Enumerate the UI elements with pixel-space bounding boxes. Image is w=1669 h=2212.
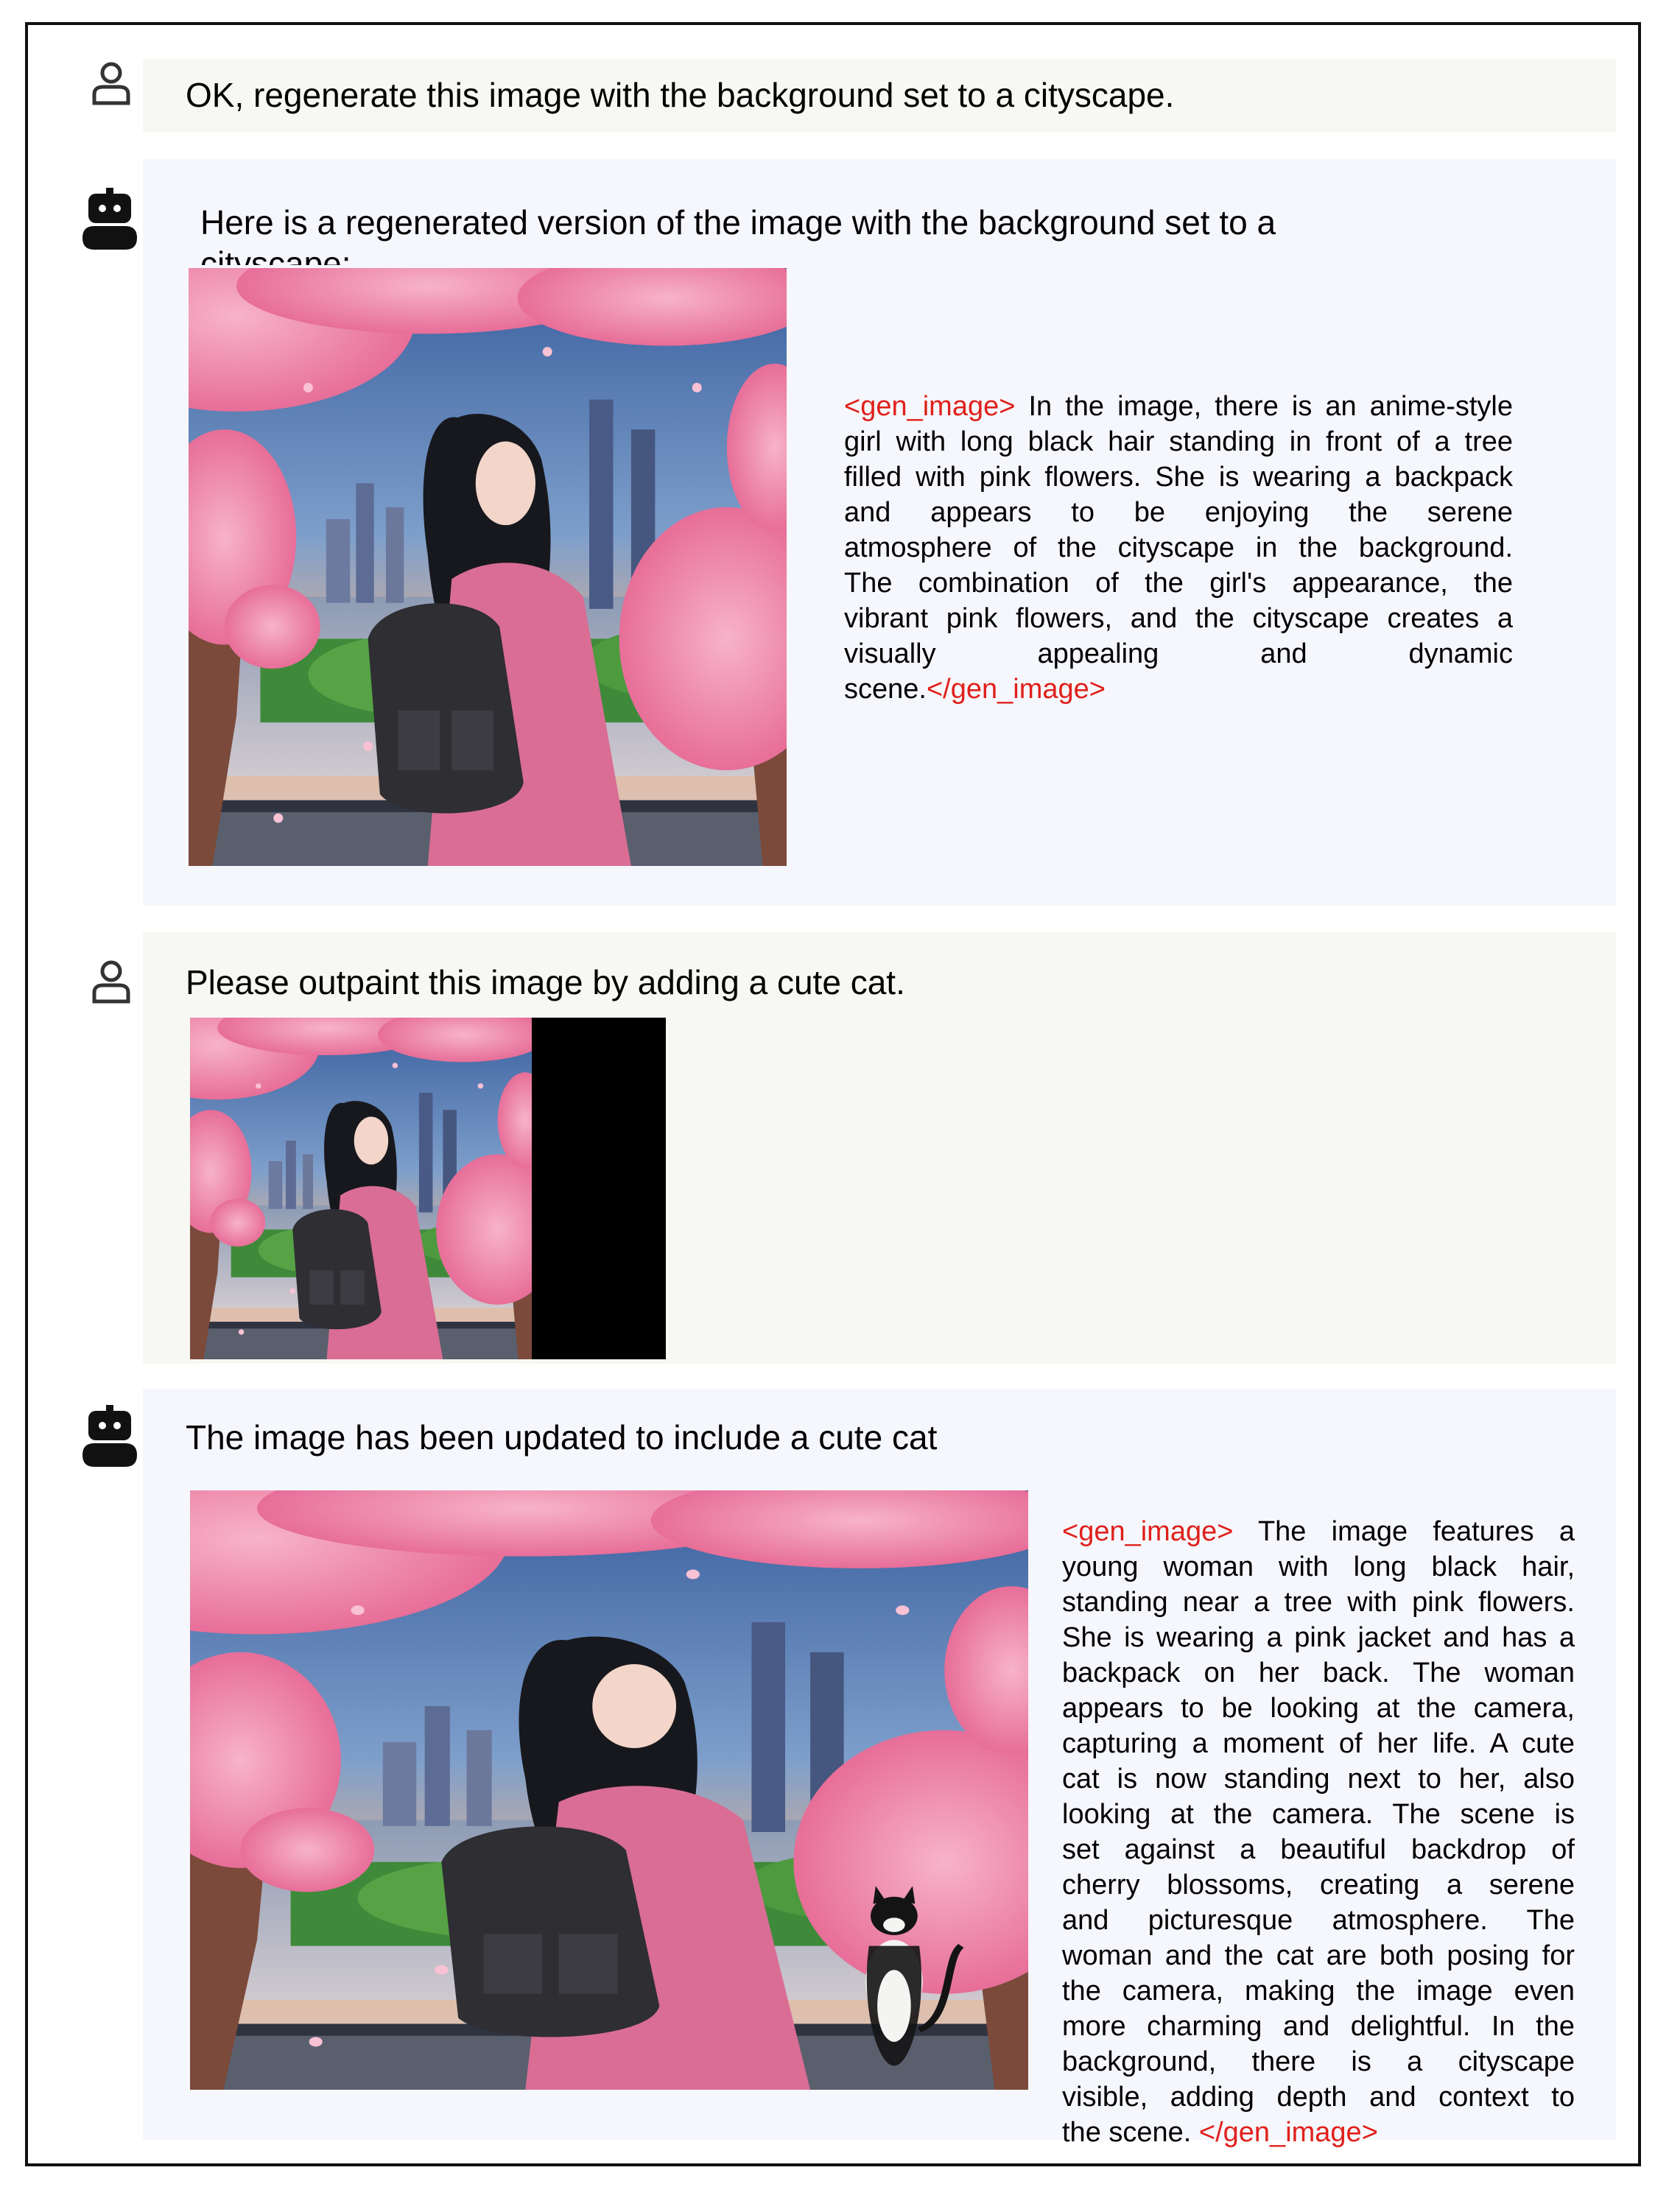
generated-image-cityscape[interactable] [189,268,787,866]
input-image-with-mask[interactable] [190,1018,666,1359]
image-caption-2: <gen_image> The image features a young w… [1062,1516,1575,2148]
gen-image-close-tag: </gen_image> [1198,2117,1378,2148]
robot-icon [81,1405,138,1467]
assistant-message-text: The image has been updated to include a … [186,1418,938,1457]
assistant-message-text: Here is a regenerated version of the ima… [200,202,1379,265]
user-message-text: Please outpaint this image by adding a c… [186,963,905,1001]
image-caption-1: <gen_image> In the image, there is an an… [844,391,1513,705]
user-message-text: OK, regenerate this image with the backg… [186,76,1175,114]
assistant-message-line1: Here is a regenerated version of the ima… [200,203,1276,242]
robot-icon [81,188,138,250]
generated-image-with-cat[interactable] [190,1490,1028,2090]
gen-image-close-tag: </gen_image> [926,674,1106,705]
assistant-message-line2: cityscape: [200,244,351,265]
gen-image-open-tag: <gen_image> [844,391,1016,422]
user-icon [90,959,133,1004]
gen-image-open-tag: <gen_image> [1062,1516,1234,1547]
user-icon [90,60,133,106]
